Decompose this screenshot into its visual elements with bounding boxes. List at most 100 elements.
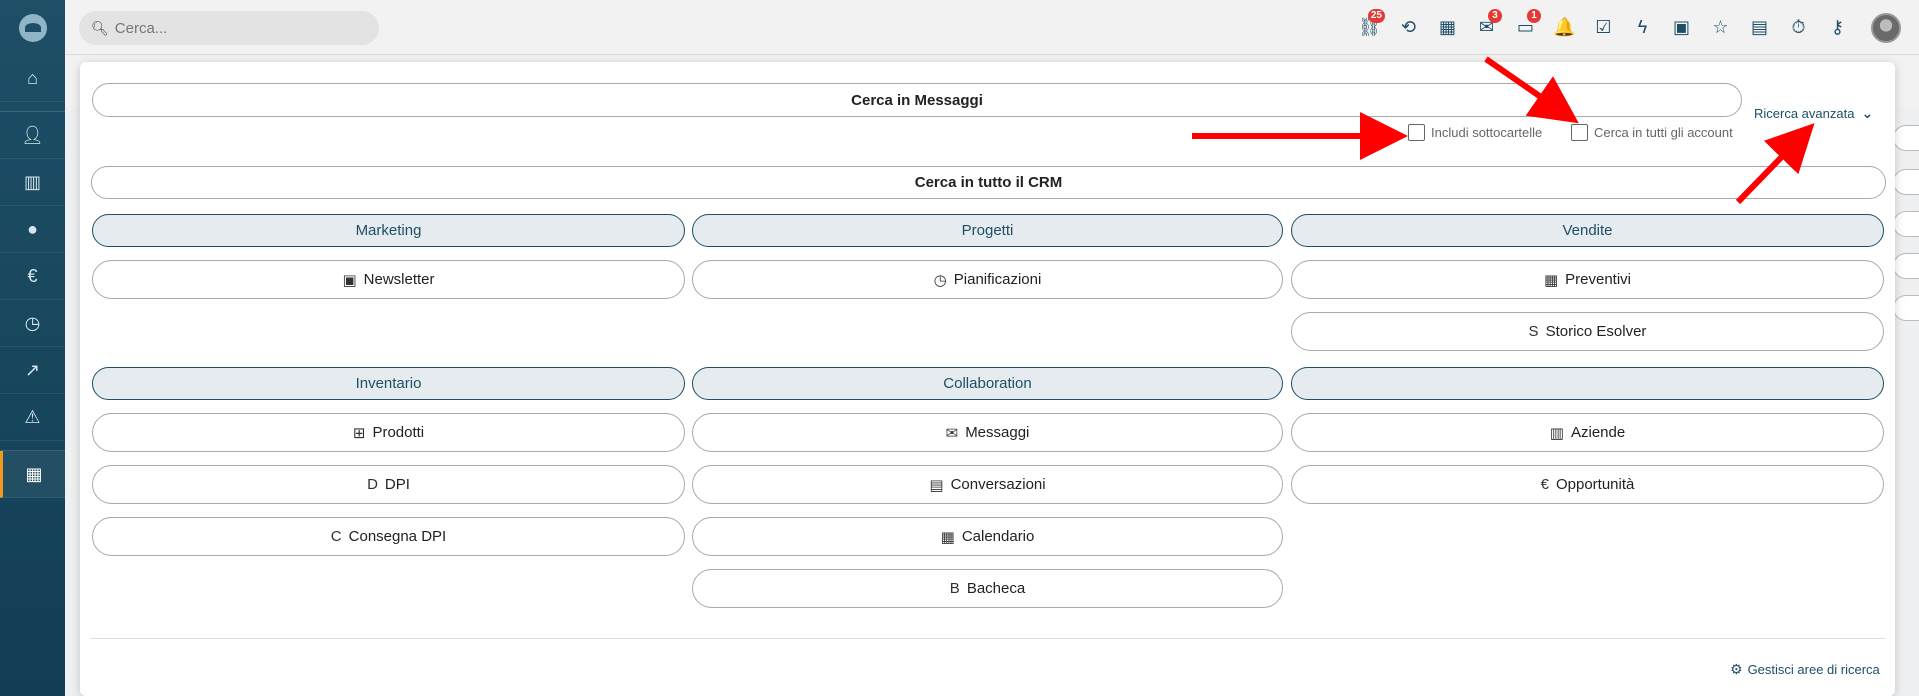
calculator-icon: ▦ — [1543, 271, 1559, 289]
search-all-accounts-checkbox[interactable] — [1571, 124, 1588, 141]
notification-badge: 25 — [1367, 8, 1385, 23]
logo-icon — [18, 13, 47, 42]
notification-badge: 3 — [1488, 8, 1502, 23]
search-area-newsletter[interactable]: ▣ Newsletter — [92, 260, 685, 299]
home-icon: ⌂ — [27, 67, 38, 88]
star-button[interactable]: ☆ — [1701, 13, 1740, 43]
document-button[interactable]: ▤ — [1740, 13, 1779, 43]
group-header-vendite: Vendite — [1291, 214, 1884, 247]
item-label: Storico Esolver — [1545, 323, 1647, 340]
history-button[interactable]: ⟲ — [1389, 13, 1428, 43]
sidebar-item-finance[interactable]: € — [0, 253, 65, 300]
top-bar: 🔍︎ ⛓25 ⟲ ▦ ✉3 ▭1 🔔 ☑ ϟ ▣ ☆ ▤ ⏱ ⚷ — [65, 0, 1919, 55]
search-all-crm-button[interactable]: Cerca in tutto il CRM — [91, 166, 1886, 199]
search-area-conversazioni[interactable]: ▤ Conversazioni — [692, 465, 1283, 504]
search-in-messages-button[interactable]: Cerca in Messaggi — [92, 83, 1742, 117]
group-header-progetti: Progetti — [692, 214, 1283, 247]
search-icon: 🔍︎ — [91, 19, 109, 36]
group-header-inventario: Inventario — [92, 367, 685, 400]
mail-icon: ✉ — [945, 424, 959, 442]
calendar-icon: ▦ — [1438, 17, 1456, 37]
lightning-icon: ϟ — [1637, 17, 1648, 37]
include-subfolders-checkbox[interactable] — [1408, 124, 1425, 141]
item-label: Calendario — [961, 528, 1035, 545]
button-label: Cerca in Messaggi — [851, 91, 983, 109]
group-header-unnamed — [1291, 367, 1884, 400]
include-subfolders-option[interactable]: Includi sottocartelle — [1408, 124, 1542, 141]
item-label: Consegna DPI — [348, 528, 447, 545]
calendar-icon: ▦ — [940, 528, 955, 546]
search-area-consegna-dpi[interactable]: C Consegna DPI — [92, 517, 685, 556]
clock-icon: ◷ — [933, 271, 947, 289]
letter-b-icon: B — [949, 580, 960, 597]
sidebar: ⌂ 👤︎ ▥ ● € ◷ ↗ ⚠ ▦ — [0, 0, 65, 696]
warning-icon: ⚠ — [24, 406, 41, 427]
bell-button[interactable]: 🔔 — [1545, 13, 1584, 43]
building-icon: ▥ — [1549, 424, 1564, 442]
top-icons-bar: ⛓ 25 ⟲ ▦ ✉ 3 ▭ 1 🔔 ☑ ϟ ▣ ☆ ▤ ⏱ ⚷ — [1350, 0, 1901, 55]
search-area-aziende[interactable]: ▥ Aziende — [1291, 413, 1884, 452]
search-input[interactable] — [114, 19, 355, 37]
person-icon: 👤︎ — [21, 124, 44, 145]
task-check-icon: ☑ — [1595, 17, 1612, 37]
sidebar-item-apps[interactable]: ▦ — [0, 451, 65, 498]
item-label: Newsletter — [363, 271, 435, 288]
search-area-prodotti[interactable]: ⊞ Prodotti — [92, 413, 685, 452]
document-icon: ▤ — [1750, 17, 1768, 37]
letter-c-icon: C — [330, 528, 342, 545]
key-button[interactable]: ⚷ — [1818, 13, 1857, 43]
app-logo[interactable] — [0, 0, 65, 55]
contact-card-button[interactable]: ▣ — [1662, 13, 1701, 43]
avatar[interactable] — [1871, 12, 1901, 43]
trending-up-icon: ↗ — [24, 359, 41, 380]
stopwatch-button[interactable]: ⏱ — [1779, 13, 1818, 43]
search-area-calendario[interactable]: ▦ Calendario — [692, 517, 1283, 556]
search-area-opportunita[interactable]: € Opportunità — [1291, 465, 1884, 504]
search-area-pianificazioni[interactable]: ◷ Pianificazioni — [692, 260, 1283, 299]
item-label: Aziende — [1570, 424, 1626, 441]
item-label: DPI — [384, 476, 410, 493]
advanced-search-label: Ricerca avanzata — [1754, 106, 1855, 121]
calendar-button[interactable]: ▦ — [1428, 13, 1467, 43]
search-area-storico-esolver[interactable]: S Storico Esolver — [1291, 312, 1884, 351]
lightning-button[interactable]: ϟ — [1623, 13, 1662, 43]
stopwatch-icon: ⏱ — [1791, 17, 1806, 37]
item-label: Conversazioni — [950, 476, 1046, 493]
org-chart-button[interactable]: ⛓ 25 — [1350, 8, 1389, 43]
search-area-bacheca[interactable]: B Bacheca — [692, 569, 1283, 608]
sidebar-item-companies[interactable]: ▥ — [0, 159, 65, 206]
sidebar-item-home[interactable]: ⌂ — [0, 55, 65, 102]
sidebar-divider — [0, 441, 65, 451]
checkbox-label: Cerca in tutti gli account — [1594, 125, 1733, 140]
building-icon: ▥ — [23, 171, 41, 192]
group-title: Collaboration — [943, 375, 1032, 392]
sidebar-item-contacts[interactable]: 👤︎ — [0, 112, 65, 159]
search-area-dpi[interactable]: D DPI — [92, 465, 685, 504]
letter-d-icon: D — [367, 476, 378, 493]
group-title: Marketing — [355, 222, 422, 239]
background-edge-button — [1893, 295, 1919, 321]
advanced-search-toggle[interactable]: Ricerca avanzata ⌄ — [1754, 105, 1873, 122]
group-title: Vendite — [1562, 222, 1613, 239]
sidebar-item-users[interactable]: ● — [0, 206, 65, 253]
mail-button[interactable]: ✉ 3 — [1467, 8, 1506, 43]
sidebar-item-time[interactable]: ◷ — [0, 300, 65, 347]
background-edge-button — [1893, 125, 1919, 151]
sidebar-item-trends[interactable]: ↗ — [0, 347, 65, 394]
manage-search-areas-link[interactable]: ⚙ Gestisci aree di ricerca — [1730, 661, 1880, 678]
chat-button[interactable]: ▭ 1 — [1506, 8, 1545, 43]
sidebar-divider — [0, 102, 65, 112]
item-label: Opportunità — [1555, 476, 1635, 493]
key-icon: ⚷ — [1830, 17, 1845, 37]
sidebar-item-alerts[interactable]: ⚠ — [0, 394, 65, 441]
item-label: Pianificazioni — [953, 271, 1042, 288]
search-all-accounts-option[interactable]: Cerca in tutti gli account — [1571, 124, 1733, 141]
background-edge-button — [1893, 169, 1919, 195]
task-check-button[interactable]: ☑ — [1584, 13, 1623, 43]
euro-icon: € — [1540, 476, 1549, 493]
search-area-preventivi[interactable]: ▦ Preventivi — [1291, 260, 1884, 299]
gear-icon: ⚙ — [1730, 661, 1743, 677]
letter-s-icon: S — [1528, 323, 1539, 340]
search-area-messaggi[interactable]: ✉ Messaggi — [692, 413, 1283, 452]
notification-badge: 1 — [1527, 8, 1541, 23]
